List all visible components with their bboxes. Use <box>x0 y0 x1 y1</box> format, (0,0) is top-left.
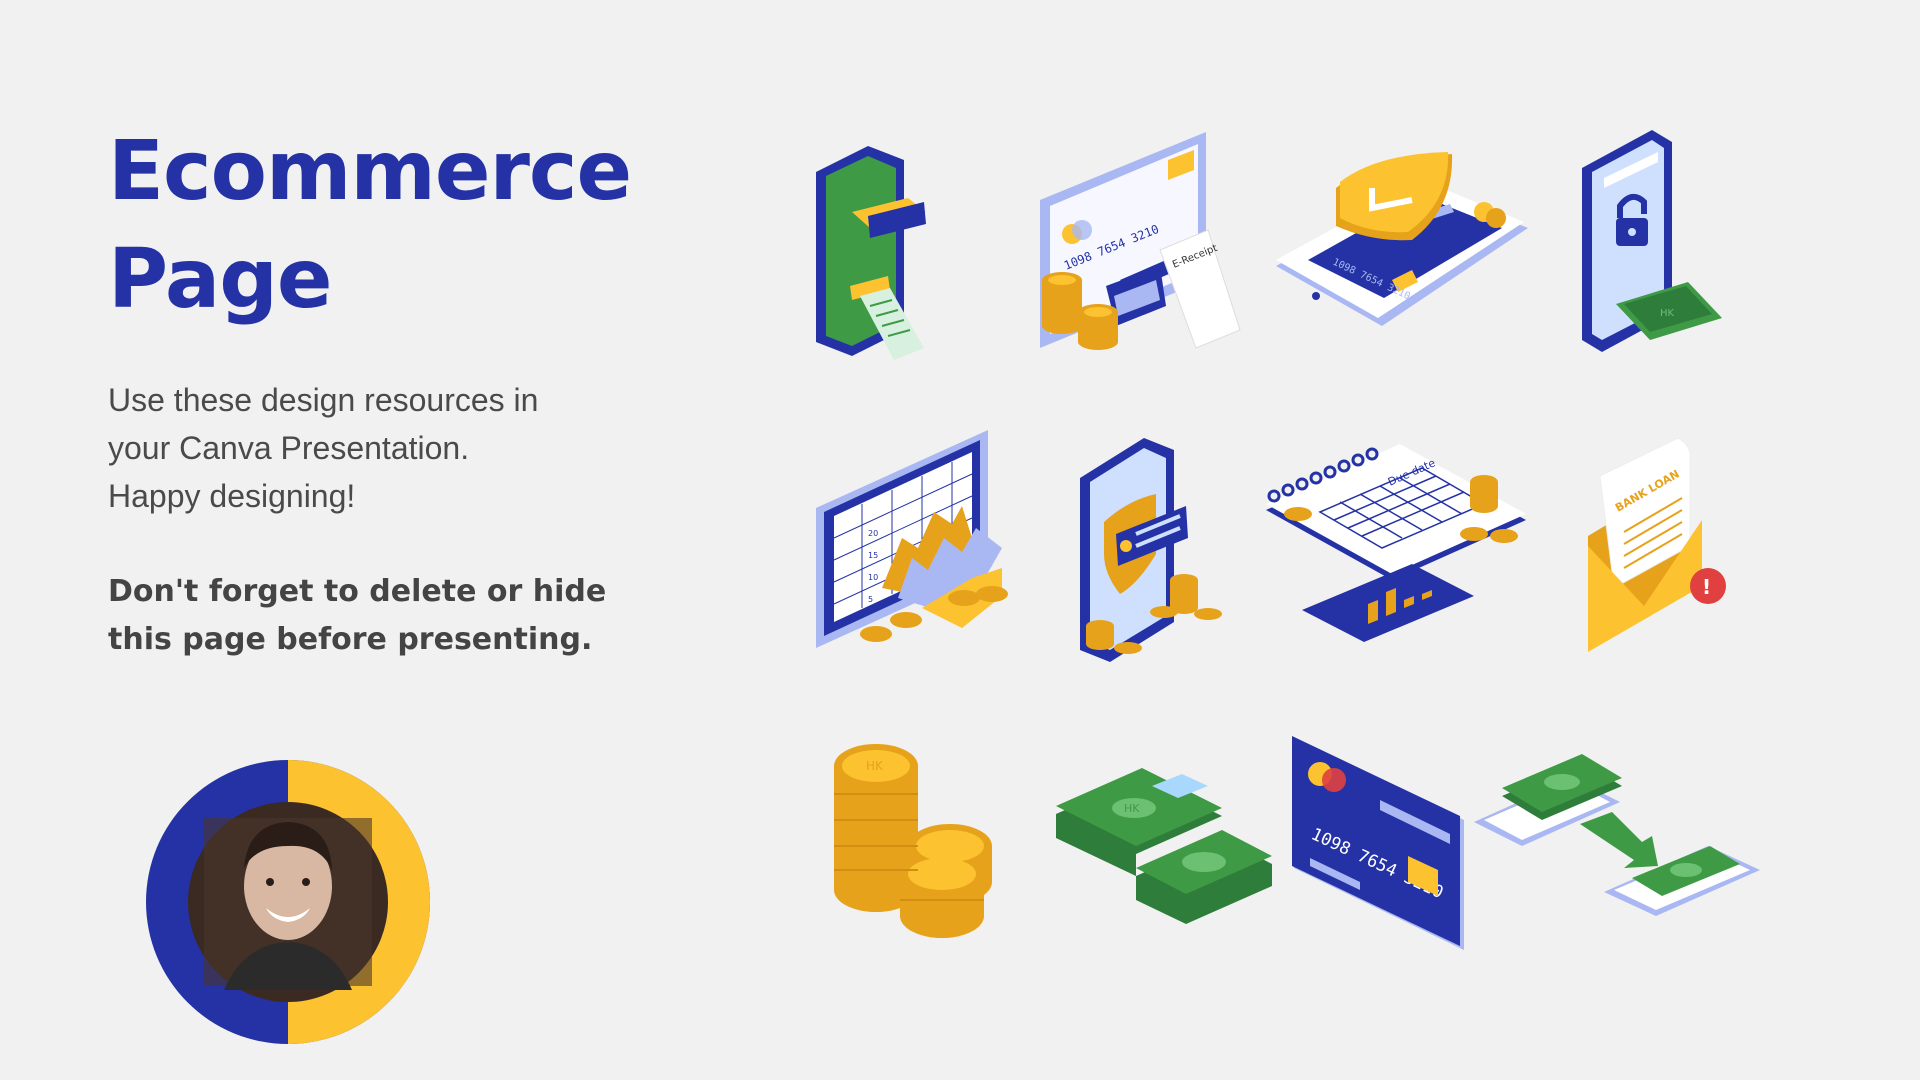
phone-lock-cash-illustration: HK <box>1582 130 1722 352</box>
person-icon <box>204 818 372 990</box>
calendar-due-date-illustration: Due date <box>1266 444 1526 642</box>
description-line-3: Happy designing! <box>108 478 356 514</box>
cash-currency-label: HK <box>1660 308 1675 319</box>
transfer-arrow-icon <box>1580 812 1658 868</box>
monitor-stock-chart-illustration: 20 15 10 5 <box>816 430 1008 648</box>
phone-protected-card-illustration <box>1080 438 1222 662</box>
avatar <box>146 760 430 1044</box>
coin-stacks-illustration: HK <box>834 744 992 938</box>
chart-tick-15: 15 <box>868 551 878 560</box>
chart-tick-10: 10 <box>868 573 878 582</box>
monitor-card-receipt-illustration: 1098 7654 3210 E-Receipt <box>1040 132 1241 350</box>
reminder-line-2: this page before presenting. <box>108 622 593 657</box>
coin-currency-label: HK <box>866 759 884 773</box>
cash-stacks-illustration: HK <box>1056 768 1272 924</box>
phone-shield-security-illustration: 1098 7654 3210 <box>1276 152 1528 326</box>
alert-mark: ! <box>1702 575 1711 599</box>
chart-tick-5: 5 <box>868 595 873 604</box>
reminder-text: Don't forget to delete or hide this page… <box>108 568 628 664</box>
reminder-line-1: Don't forget to delete or hide <box>108 574 607 609</box>
description-line-2: your Canva Presentation. <box>108 430 470 466</box>
description-line-1: Use these design resources in <box>108 382 539 418</box>
chart-tick-20: 20 <box>868 529 878 538</box>
description: Use these design resources in your Canva… <box>108 376 628 520</box>
page-title-line-1: Ecommerce <box>108 124 632 219</box>
money-transfer-illustration <box>1474 754 1760 916</box>
phone-card-payment-illustration <box>816 146 926 360</box>
page-title: Ecommerce Page <box>108 118 668 334</box>
bank-loan-envelope-illustration: BANK LOAN ! <box>1588 437 1726 652</box>
page-title-line-2: Page <box>108 232 333 327</box>
cash-stack-currency-label: HK <box>1124 802 1140 815</box>
credit-card-illustration: 1098 7654 3210 <box>1292 736 1464 950</box>
